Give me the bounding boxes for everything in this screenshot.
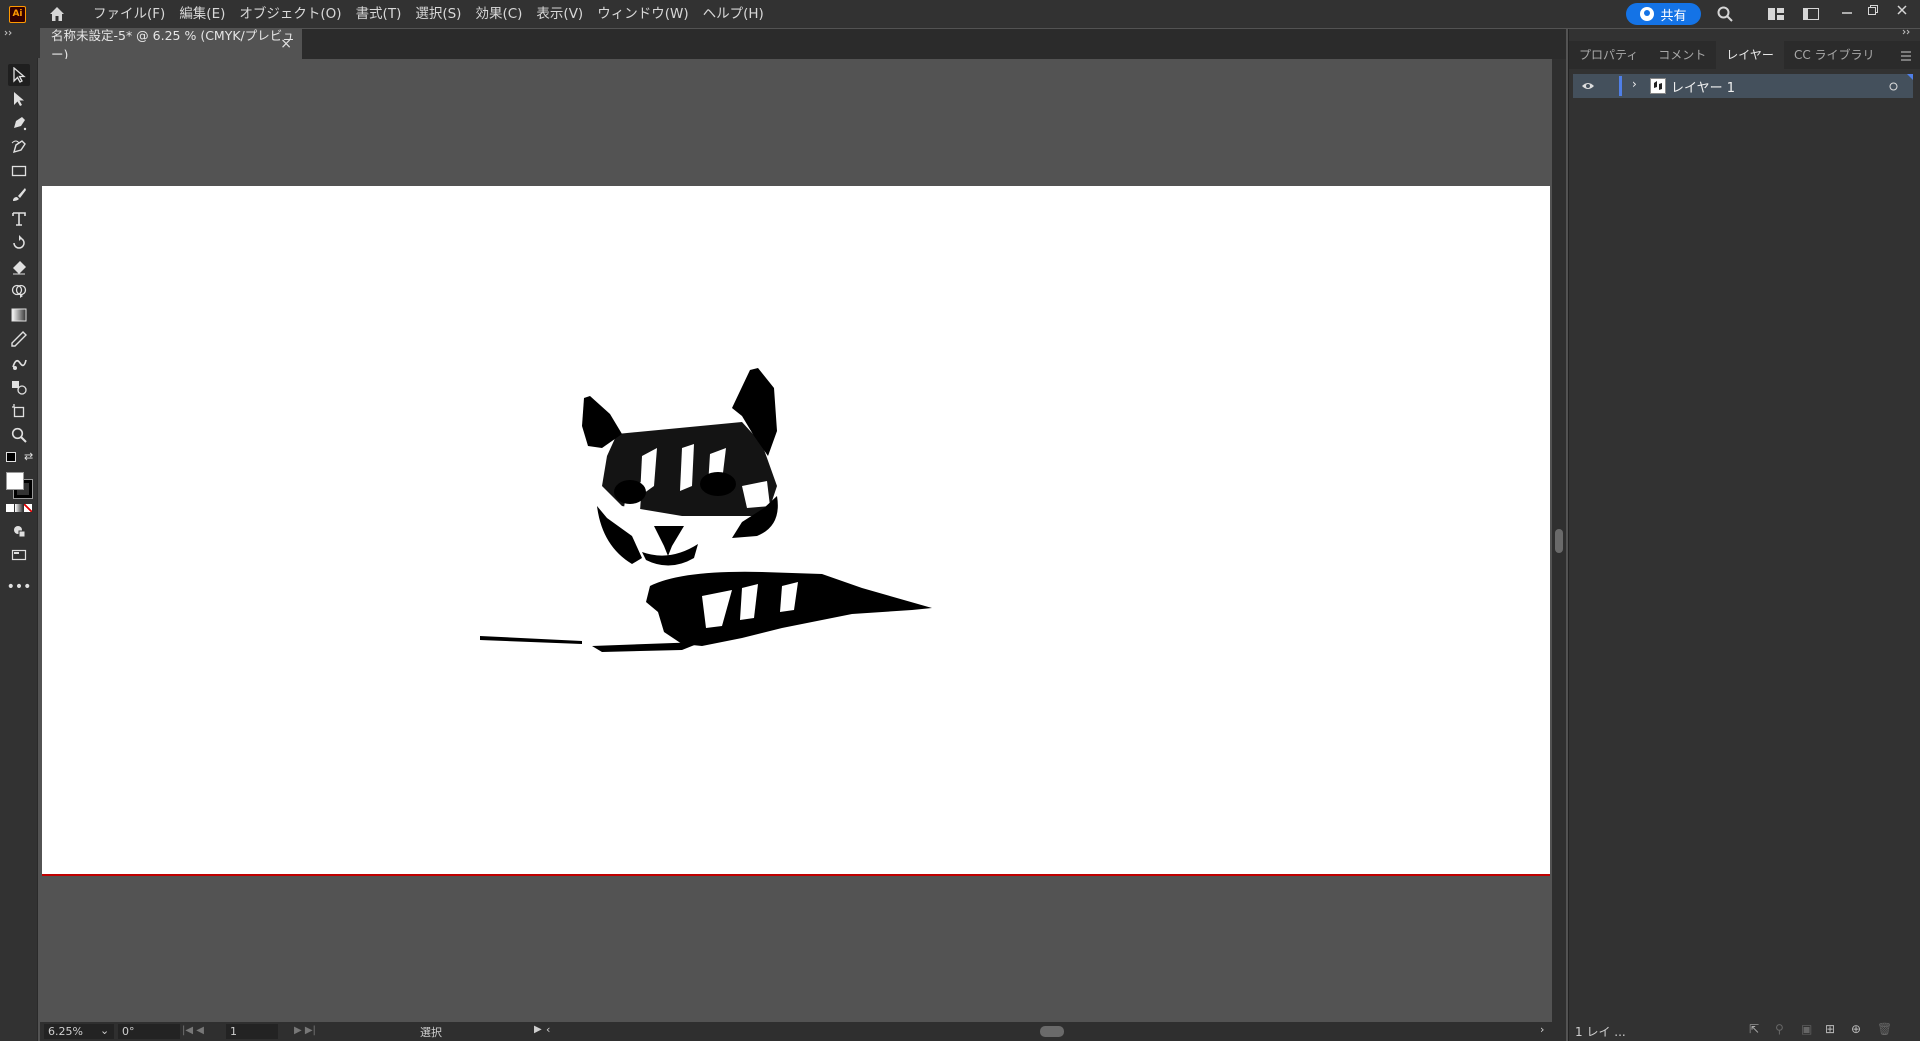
- none-mode-icon[interactable]: [24, 504, 32, 512]
- document-tab-bar: 名称未設定-5* @ 6.25 % (CMYK/プレビュー) ×: [40, 28, 1566, 62]
- menu-item-8[interactable]: ヘルプ(H): [696, 0, 771, 28]
- share-button[interactable]: 共有: [1626, 3, 1701, 25]
- new-layer-icon[interactable]: ⊕: [1851, 1022, 1861, 1036]
- panel-collapse-icon[interactable]: [1902, 29, 1912, 35]
- gradient-tool-icon[interactable]: [8, 304, 30, 326]
- menu-item-5[interactable]: 効果(C): [468, 0, 529, 28]
- search-icon[interactable]: [1716, 5, 1734, 23]
- vertical-scrollbar[interactable]: [1552, 59, 1566, 1022]
- scroll-right-icon[interactable]: ›: [1540, 1023, 1544, 1036]
- menu-item-6[interactable]: 表示(V): [529, 0, 590, 28]
- status-bar: 6.25% ⌄ 0° |◀ ◀ 1 ▶ ▶| 選択 ▶ ‹ ›: [40, 1022, 1566, 1041]
- panel-menu-icon[interactable]: [1900, 51, 1912, 61]
- shape-builder-tool-icon[interactable]: [8, 280, 30, 302]
- panel-tab-2[interactable]: レイヤー: [1716, 41, 1784, 69]
- menu-item-1[interactable]: 編集(E): [172, 0, 232, 28]
- tools-panel: ⇄ •••: [0, 58, 38, 1041]
- close-icon[interactable]: [1893, 1, 1911, 19]
- menu-item-4[interactable]: 選択(S): [408, 0, 468, 28]
- artboard-field[interactable]: 1: [226, 1024, 278, 1039]
- toolbar-header: [0, 28, 40, 58]
- expand-chevron-icon[interactable]: ›: [1632, 77, 1637, 91]
- fill-swatch[interactable]: [6, 472, 24, 490]
- layers-panel: プロパティ コメント レイヤー CC ライブラリ › レイヤー 1 1 レイ ... …: [1568, 29, 1920, 1041]
- menu-item-3[interactable]: 書式(T): [349, 0, 409, 28]
- new-sublayer-icon[interactable]: ⊞: [1825, 1022, 1835, 1036]
- more-tools-icon[interactable]: •••: [7, 576, 32, 598]
- clipping-mask-icon[interactable]: ▣: [1801, 1022, 1812, 1036]
- document-title: 名称未設定-5* @ 6.25 % (CMYK/プレビュー): [51, 28, 295, 62]
- collapse-icon[interactable]: [4, 30, 14, 36]
- arrange-documents-icon[interactable]: [1767, 5, 1785, 23]
- layer-count: 1 レイ ...: [1575, 1025, 1626, 1039]
- last-artboard-icon[interactable]: ▶ ▶|: [294, 1025, 316, 1036]
- panel-tab-0[interactable]: プロパティ: [1569, 41, 1648, 69]
- menu-item-2[interactable]: オブジェクト(O): [232, 0, 348, 28]
- rotation-field[interactable]: 0°: [118, 1024, 180, 1039]
- rotation-value: 0°: [122, 1025, 135, 1038]
- draw-mode-icon[interactable]: [8, 520, 30, 542]
- rotate-tool-icon[interactable]: [8, 232, 30, 254]
- visibility-eye-icon[interactable]: [1581, 81, 1595, 91]
- cat-artwork[interactable]: [42, 186, 1550, 876]
- export-icon[interactable]: ⇱: [1749, 1022, 1759, 1036]
- current-tool-label: 選択: [420, 1026, 442, 1039]
- layer-thumbnail: [1650, 78, 1666, 94]
- panel-tab-bar: プロパティ コメント レイヤー CC ライブラリ: [1569, 41, 1920, 69]
- default-colors-icon[interactable]: [6, 452, 16, 462]
- puppet-warp-tool-icon[interactable]: [8, 352, 30, 374]
- share-label: 共有: [1660, 8, 1687, 24]
- document-tab[interactable]: 名称未設定-5* @ 6.25 % (CMYK/プレビュー) ×: [40, 28, 302, 62]
- zoom-value: 6.25%: [48, 1025, 83, 1038]
- artboard[interactable]: [42, 186, 1550, 876]
- minimize-icon[interactable]: [1838, 2, 1856, 20]
- layers-footer: 1 レイ ... ⇱ ⚲ ▣ ⊞ ⊕ 🗑: [1569, 1019, 1920, 1041]
- panel-tab-3[interactable]: CC ライブラリ: [1784, 41, 1885, 69]
- selection-tool-icon[interactable]: [8, 64, 30, 86]
- zoom-dropdown-icon[interactable]: ⌄: [100, 1024, 109, 1037]
- eyedropper-tool-icon[interactable]: [8, 328, 30, 350]
- screen-mode-icon[interactable]: [8, 544, 30, 566]
- scroll-thumb[interactable]: [1555, 529, 1563, 553]
- paintbrush-tool-icon[interactable]: [8, 184, 30, 206]
- color-mode-icon[interactable]: [6, 504, 14, 512]
- swap-colors-icon[interactable]: ⇄: [24, 450, 33, 463]
- delete-icon[interactable]: 🗑: [1877, 1022, 1892, 1036]
- layer-color-bar: [1619, 76, 1622, 96]
- zoom-tool-icon[interactable]: [8, 424, 30, 446]
- gradient-mode-icon[interactable]: [15, 504, 23, 512]
- pen-tool-icon[interactable]: [8, 112, 30, 134]
- rectangle-tool-icon[interactable]: [8, 160, 30, 182]
- type-tool-icon[interactable]: [8, 208, 30, 230]
- curvature-tool-icon[interactable]: [8, 136, 30, 158]
- locate-object-icon[interactable]: ⚲: [1775, 1022, 1784, 1036]
- status-menu-icon[interactable]: ▶: [534, 1024, 542, 1035]
- artboard-tool-icon[interactable]: [8, 400, 30, 422]
- layer-name[interactable]: レイヤー 1: [1671, 77, 1735, 96]
- direct-selection-tool-icon[interactable]: [8, 88, 30, 110]
- menu-list: ファイル(F) 編集(E) オブジェクト(O) 書式(T) 選択(S) 効果(C) 表示(V…: [86, 0, 771, 28]
- eraser-tool-icon[interactable]: [8, 256, 30, 278]
- target-circle-icon[interactable]: [1889, 82, 1898, 91]
- workspace-icon[interactable]: [1802, 5, 1820, 23]
- app-logo: Ai: [9, 5, 26, 23]
- blend-tool-icon[interactable]: [8, 376, 30, 398]
- menu-item-0[interactable]: ファイル(F): [86, 0, 172, 28]
- selection-indicator: [1907, 74, 1913, 80]
- scroll-left-icon[interactable]: ‹: [546, 1023, 550, 1036]
- user-icon: [1640, 7, 1655, 21]
- tab-close-icon[interactable]: ×: [280, 36, 292, 52]
- artboard-value: 1: [230, 1025, 237, 1038]
- menu-item-7[interactable]: ウィンドウ(W): [590, 0, 695, 28]
- first-artboard-icon[interactable]: |◀ ◀: [182, 1025, 204, 1036]
- restore-icon[interactable]: [1864, 1, 1882, 19]
- layer-row[interactable]: › レイヤー 1: [1573, 74, 1913, 98]
- panel-tab-1[interactable]: コメント: [1648, 41, 1716, 69]
- menu-bar: Ai ファイル(F) 編集(E) オブジェクト(O) 書式(T) 選択(S) 効果(C) 表…: [0, 0, 1920, 28]
- home-icon[interactable]: [48, 5, 66, 23]
- horizontal-scroll-thumb[interactable]: [1040, 1026, 1064, 1037]
